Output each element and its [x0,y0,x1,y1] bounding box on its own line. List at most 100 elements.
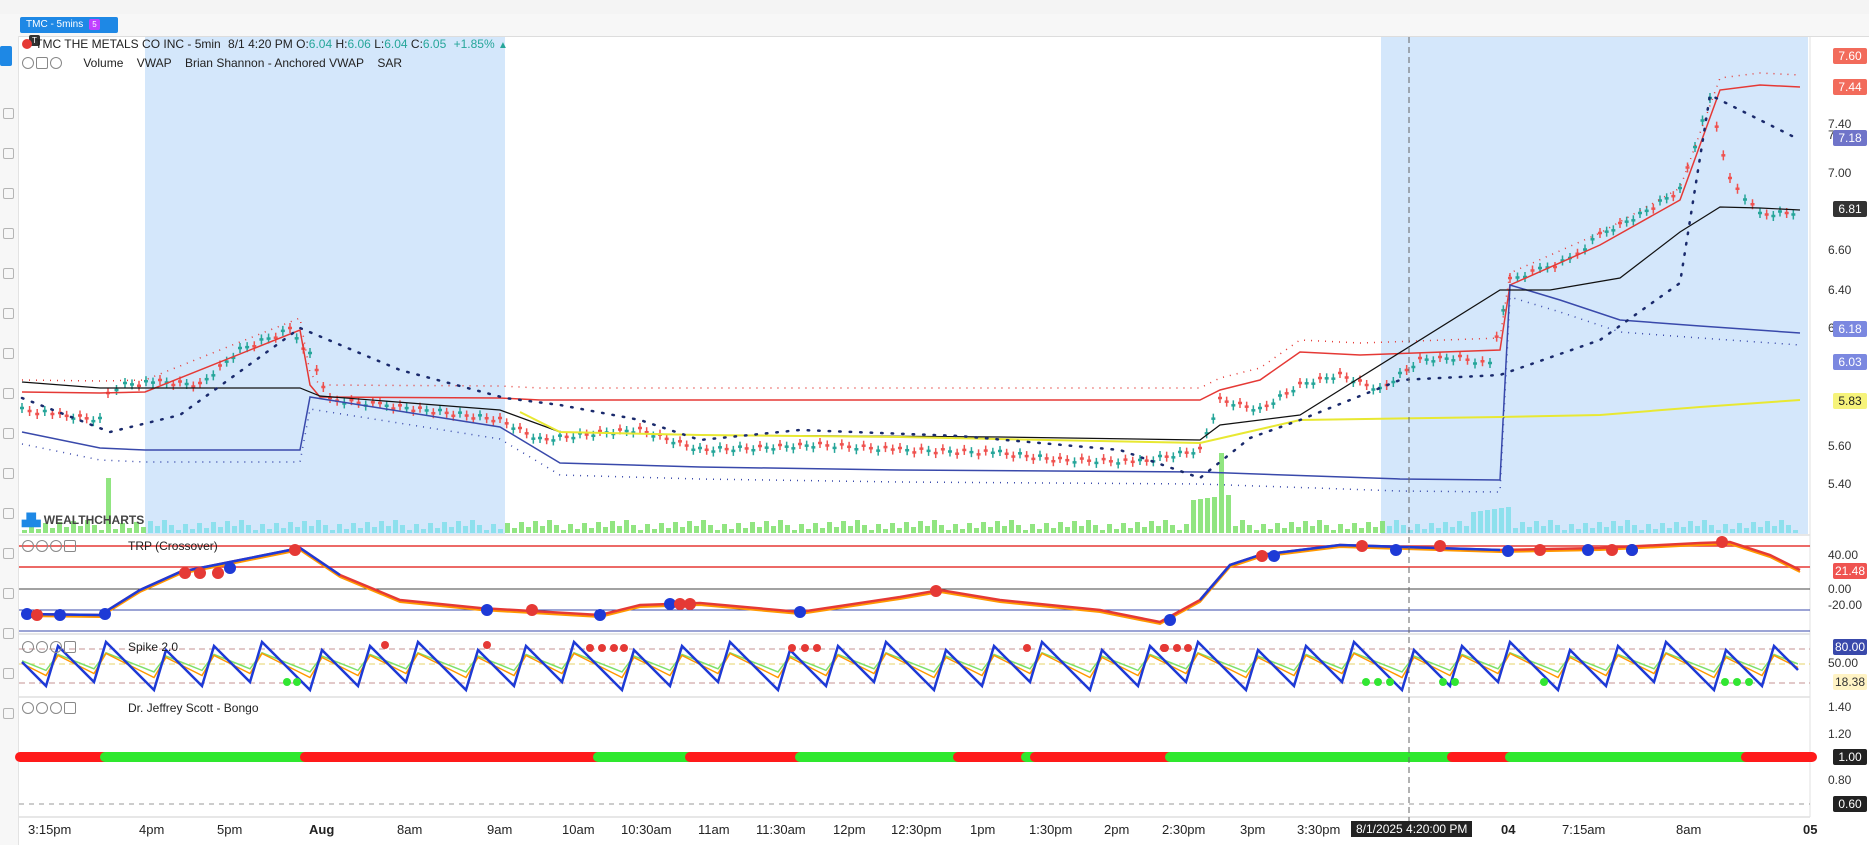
volume-bar [1660,523,1665,533]
price-tick: 7.00 [1828,166,1852,180]
volume-bar [498,529,503,533]
spike-red-dot [801,644,809,652]
collapse-icon[interactable] [36,56,48,69]
volume-bar [1296,527,1301,533]
up-arrow-icon: ▲ [498,40,508,51]
volume-bar [1191,500,1196,533]
volume-bar [372,527,377,533]
pane-down-icon[interactable] [50,640,62,653]
spike-red-dot [598,644,606,652]
volume-bar [715,530,720,533]
trp-signal-dot [289,544,301,556]
spike-red-dot [610,644,618,652]
pane-collapse-icon[interactable] [64,701,76,714]
volume-bar [974,528,979,533]
volume-bar [78,526,83,533]
volume-bar [1702,520,1707,533]
volume-bar [1478,511,1483,533]
volume-bar [428,523,433,533]
volume-bar [1751,522,1756,533]
volume-bar [1324,525,1329,533]
volume-bar [638,530,643,533]
spike-red-dot [381,641,389,649]
volume-bar [470,520,475,533]
volume-bar [1380,521,1385,533]
price-tag-upper-band: 7.44 [1833,79,1867,95]
volume-bar [1086,520,1091,533]
volume-bar [302,521,307,533]
volume-bar [1170,525,1175,533]
volume-bar [729,529,734,533]
volume-bar [1506,507,1511,533]
volume-bar [932,520,937,533]
bongo-tick: 1.20 [1828,727,1852,741]
spike-tag-80: 80.00 [1833,639,1867,655]
trp-signal-dot [99,608,111,620]
pane-up-icon[interactable] [36,640,48,653]
volume-bar [960,529,965,533]
volume-bar [1114,529,1119,533]
volume-bar [890,523,895,533]
time-tick: 2pm [1104,822,1130,837]
time-tick: 12pm [833,822,866,837]
volume-bar [1163,520,1168,533]
volume-bar [1548,520,1553,533]
volume-bar [652,529,657,533]
hide-icon[interactable] [22,56,34,69]
time-tick: 1pm [970,822,996,837]
volume-bar [953,524,958,533]
spike-green-dot [1439,678,1447,686]
volume-bar [295,527,300,533]
time-tick: 3:30pm [1297,822,1341,837]
volume-bar [260,524,265,533]
eye-icon[interactable] [50,56,62,69]
indicator-vwap[interactable]: VWAP [137,56,172,70]
volume-bar [554,525,559,533]
bongo-tag-1: 1.00 [1833,749,1867,765]
indicator-anchored-vwap[interactable]: Brian Shannon - Anchored VWAP [185,56,364,70]
volume-bar [1359,528,1364,533]
volume-bar [1219,453,1224,533]
pane-hide-icon[interactable] [22,640,34,653]
volume-bar [1646,524,1651,533]
close-value: 6.05 [422,37,447,51]
volume-bar [1387,526,1392,533]
volume-bar [1499,508,1504,533]
bongo-title: Dr. Jeffrey Scott - Bongo [128,700,259,715]
volume-bar [1261,524,1266,533]
pane-collapse-icon[interactable] [64,539,76,552]
volume-bar [330,530,335,533]
volume-bar [218,527,223,533]
symbol-title: TMC THE METALS CO INC - 5min [35,37,221,51]
volume-bar [1016,525,1021,533]
pane-up-icon[interactable] [36,701,48,714]
spike-red-dot [1161,644,1169,652]
time-tick: 12:30pm [891,822,942,837]
price-chart[interactable] [0,0,1869,845]
volume-bar [477,525,482,533]
volume-bar [1667,528,1672,533]
pane-up-icon[interactable] [36,539,48,552]
volume-bar [1674,522,1679,533]
spike-red-dot [620,644,628,652]
spike-title: Spike 2.0 [128,639,179,654]
trp-signal-dot [212,567,224,579]
pane-hide-icon[interactable] [22,539,34,552]
volume-bar [351,523,356,533]
volume-bar [1093,525,1098,533]
pane-down-icon[interactable] [50,701,62,714]
time-tick: Aug [309,822,335,837]
spike-red-dot [1173,644,1181,652]
volume-bar [631,525,636,533]
close-label: C: [410,37,423,51]
indicator-sar[interactable]: SAR [377,56,402,70]
volume-bar [841,521,846,533]
pane-down-icon[interactable] [50,539,62,552]
volume-bar [1240,520,1245,533]
indicator-volume[interactable]: Volume [83,56,123,70]
volume-bar [666,528,671,533]
volume-bar [533,521,538,533]
pane-collapse-icon[interactable] [64,640,76,653]
trp-legend: TRP (Crossover) [22,538,220,553]
pane-hide-icon[interactable] [22,701,34,714]
